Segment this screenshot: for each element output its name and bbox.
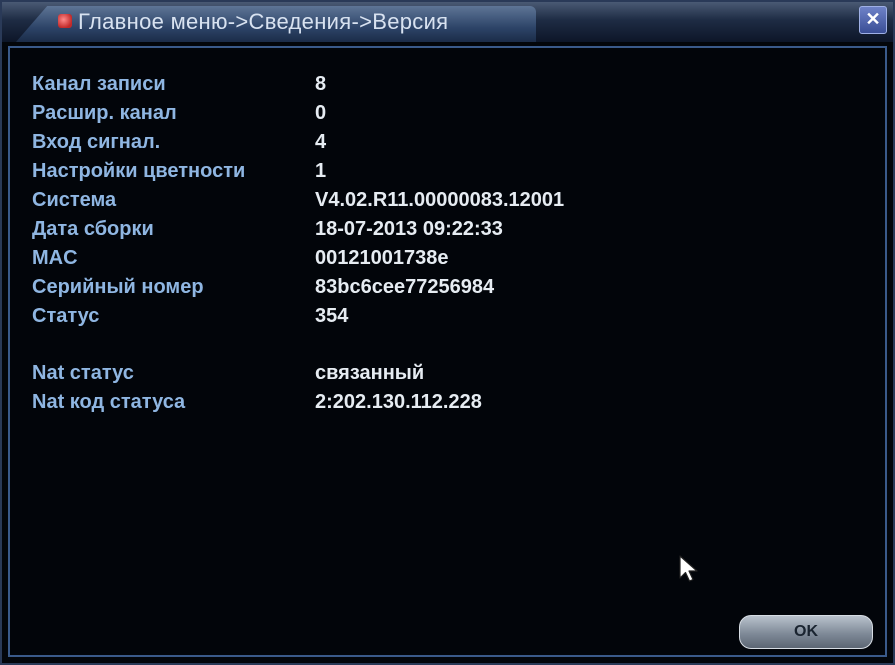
mouse-pointer-icon [679,555,698,582]
info-label: Статус [32,305,100,327]
info-row-status: Статус 354 [32,302,564,331]
info-row-alarm-input: Вход сигнал. 4 [32,128,564,157]
info-label: Серийный номер [32,276,204,298]
info-row-mac: MAC 00121001738e [32,244,564,273]
menu-icon [58,14,72,28]
info-value: 354 [315,305,349,327]
info-value: 4 [315,131,327,153]
info-label: MAC [32,247,78,269]
close-button[interactable]: ✕ [859,6,887,34]
info-value: 1 [315,160,327,182]
info-label: Nat статус [32,362,134,384]
info-value: 0 [315,102,327,124]
info-value: 83bc6cee77256984 [315,276,495,298]
info-row-record-channels: Канал записи 8 [32,70,564,99]
info-row-nat-status-code: Nat код статуса 2:202.130.112.228 [32,388,564,417]
info-row-color-settings: Настройки цветности 1 [32,157,564,186]
info-label: Настройки цветности [32,160,246,182]
info-label: Канал записи [32,73,166,95]
info-label: Система [32,189,117,211]
info-label: Nat код статуса [32,391,186,413]
info-value: 18-07-2013 09:22:33 [315,218,503,240]
info-value: V4.02.R11.00000083.12001 [315,189,565,211]
version-dialog: Главное меню->Сведения->Версия ✕ Канал з… [0,0,895,665]
info-value: 8 [315,73,327,95]
info-row-system: Система V4.02.R11.00000083.12001 [32,186,564,215]
info-row-nat-status: Nat статус связанный [32,359,564,388]
info-value: 00121001738e [315,247,449,269]
info-label: Вход сигнал. [32,131,161,153]
info-label: Расшир. канал [32,102,177,124]
info-label: Дата сборки [32,218,154,240]
info-value: связанный [315,362,425,384]
title-bar: Главное меню->Сведения->Версия ✕ [2,2,893,42]
info-value: 2:202.130.112.228 [315,391,482,413]
info-row-extra-channel: Расшир. канал 0 [32,99,564,128]
info-row-build-date: Дата сборки 18-07-2013 09:22:33 [32,215,564,244]
info-row-serial-number: Серийный номер 83bc6cee77256984 [32,273,564,302]
breadcrumb-title: Главное меню->Сведения->Версия [78,9,449,34]
ok-button[interactable]: OK [739,615,873,649]
version-info-table: Канал записи 8 Расшир. канал 0 Вход сигн… [32,70,564,417]
